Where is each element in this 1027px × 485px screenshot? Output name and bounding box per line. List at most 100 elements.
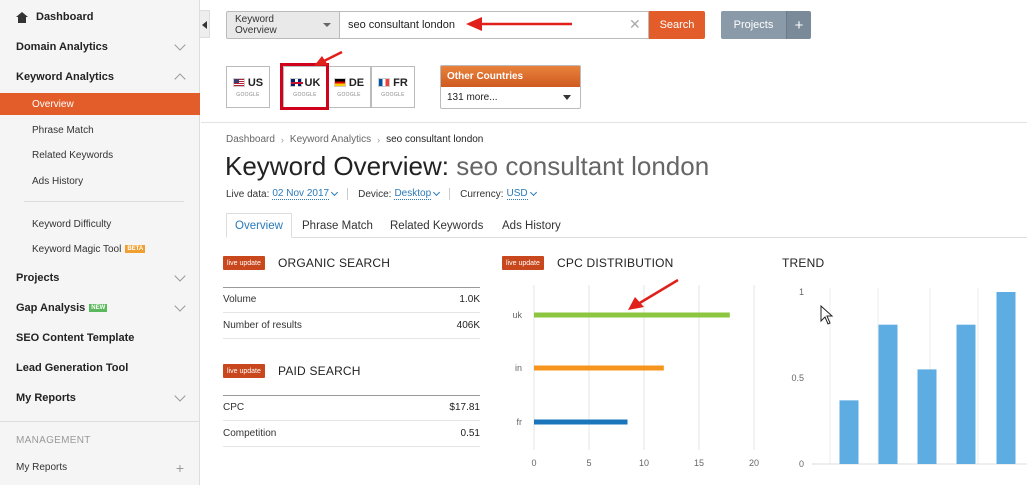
cpc-value: $17.81 xyxy=(449,402,480,413)
sidebar-item-projects[interactable]: Projects xyxy=(0,266,200,290)
currency-select[interactable]: USD xyxy=(506,188,528,200)
db-button-us[interactable]: US GOOGLE xyxy=(226,66,270,108)
sidebar-item-label: Lead Generation Tool xyxy=(16,362,129,374)
x-tick-label: 20 xyxy=(749,458,759,468)
live-update-badge: live update xyxy=(223,256,265,270)
x-tick-label: 10 xyxy=(639,458,649,468)
chevron-right-icon: › xyxy=(377,134,381,145)
caret-down-icon xyxy=(529,188,537,196)
us-flag-icon xyxy=(232,78,245,87)
bar-in xyxy=(534,365,664,371)
add-project-button[interactable]: + xyxy=(786,11,811,39)
caret-down-icon xyxy=(323,23,331,27)
sidebar-item-label: Keyword Difficulty xyxy=(32,218,112,230)
sidebar-item-label: Keyword Magic Tool xyxy=(32,243,122,255)
device-select[interactable]: Desktop xyxy=(394,188,432,200)
x-tick-label: 15 xyxy=(694,458,704,468)
volume-value: 1.0K xyxy=(459,294,480,305)
sidebar-item-ads-history[interactable]: Ads History xyxy=(0,170,200,192)
new-badge: NEW xyxy=(89,304,108,312)
sidebar-item-management-my-reports[interactable]: My Reports + xyxy=(0,456,200,478)
beta-badge: BETA xyxy=(125,245,146,253)
x-tick-label: 0 xyxy=(531,458,536,468)
sidebar-item-dashboard[interactable]: Dashboard xyxy=(0,5,200,29)
search-button[interactable]: Search xyxy=(649,11,705,39)
clear-icon[interactable]: ✕ xyxy=(629,16,641,33)
other-countries-select[interactable]: 131 more... xyxy=(441,87,580,108)
chevron-down-icon xyxy=(174,390,186,402)
breadcrumb: Dashboard › Keyword Analytics › seo cons… xyxy=(226,134,483,145)
trend-chart: 00.51 xyxy=(791,287,1027,469)
search-input[interactable]: seo consultant london xyxy=(340,11,649,39)
sidebar-item-seo-content-template[interactable]: SEO Content Template xyxy=(0,326,200,350)
breadcrumb-dashboard[interactable]: Dashboard xyxy=(226,134,275,145)
annotation-arrow xyxy=(314,50,343,66)
divider xyxy=(201,122,1027,123)
cpc-distribution-title: CPC DISTRIBUTION xyxy=(557,256,674,270)
db-button-de[interactable]: DE GOOGLE xyxy=(327,66,371,108)
stat-label: CPC xyxy=(223,402,245,413)
live-date-select[interactable]: 02 Nov 2017 xyxy=(272,188,330,200)
y-tick-label: 1 xyxy=(799,287,804,297)
sidebar-item-label: Keyword Analytics xyxy=(16,71,115,83)
sidebar-item-label: Dashboard xyxy=(36,11,94,23)
sidebar-item-related-keywords[interactable]: Related Keywords xyxy=(0,144,200,166)
sidebar-item-label: Related Keywords xyxy=(32,149,114,161)
tab-phrase-match[interactable]: Phrase Match xyxy=(294,213,381,238)
report-type-select[interactable]: Keyword Overview xyxy=(226,11,340,39)
sidebar-item-keyword-magic-tool[interactable]: Keyword Magic Tool BETA xyxy=(0,238,200,260)
sidebar-item-domain-analytics[interactable]: Domain Analytics xyxy=(0,35,200,59)
db-button-fr[interactable]: FR GOOGLE xyxy=(371,66,415,108)
collapse-sidebar-button[interactable] xyxy=(200,10,210,38)
db-button-uk[interactable]: UK GOOGLE xyxy=(283,66,327,108)
management-heading: MANAGEMENT xyxy=(16,435,91,446)
chevron-right-icon: › xyxy=(280,134,284,145)
de-flag-icon xyxy=(333,78,346,87)
sidebar-item-lead-generation-tool[interactable]: Lead Generation Tool xyxy=(0,356,200,380)
sidebar-item-overview[interactable]: Overview xyxy=(0,93,200,115)
competition-value: 0.51 xyxy=(460,428,480,439)
sidebar-item-gap-analysis[interactable]: Gap Analysis NEW xyxy=(0,296,200,320)
results-value: 406K xyxy=(456,320,480,331)
sidebar-item-phrase-match[interactable]: Phrase Match xyxy=(0,119,200,141)
stat-label: Volume xyxy=(223,294,257,305)
report-type-label: Keyword Overview xyxy=(235,14,277,36)
sidebar-item-label: My Reports xyxy=(16,461,68,473)
other-countries-box: Other Countries 131 more... xyxy=(440,65,581,109)
chevron-down-icon xyxy=(174,300,186,312)
sidebar-item-keyword-analytics[interactable]: Keyword Analytics xyxy=(0,65,200,89)
tab-related-keywords[interactable]: Related Keywords xyxy=(382,213,491,238)
other-countries-label: Other Countries xyxy=(441,66,580,87)
tab-ads-history[interactable]: Ads History xyxy=(494,213,569,238)
sidebar-item-label: Ads History xyxy=(32,175,84,187)
tab-overview[interactable]: Overview xyxy=(226,213,292,238)
trend-bar xyxy=(956,324,976,464)
bar-uk xyxy=(534,312,730,318)
fr-flag-icon xyxy=(378,78,391,87)
y-tick-label: 0.5 xyxy=(791,373,804,383)
report-meta: Live data: 02 Nov 2017 Device: Desktop C… xyxy=(226,188,537,200)
organic-search-title: ORGANIC SEARCH xyxy=(278,256,391,270)
stat-label: Number of results xyxy=(223,320,302,331)
sidebar-divider xyxy=(0,421,200,422)
sidebar-divider xyxy=(24,201,184,202)
stat-label: Competition xyxy=(223,428,277,439)
trend-bar xyxy=(878,324,898,464)
trend-bar xyxy=(839,400,859,464)
breadcrumb-keyword-analytics[interactable]: Keyword Analytics xyxy=(290,134,371,145)
trend-title: TREND xyxy=(782,256,825,270)
plus-icon[interactable]: + xyxy=(176,460,184,476)
projects-button[interactable]: Projects xyxy=(721,11,786,39)
paid-search-title: PAID SEARCH xyxy=(278,364,361,378)
sidebar-item-keyword-difficulty[interactable]: Keyword Difficulty xyxy=(0,213,200,235)
x-tick-label: 5 xyxy=(586,458,591,468)
sidebar-item-label: SEO Content Template xyxy=(16,332,135,344)
caret-down-icon xyxy=(331,188,339,196)
chevron-down-icon xyxy=(174,39,186,51)
sidebar-item-label: Domain Analytics xyxy=(16,41,108,53)
bar-fr xyxy=(534,419,628,425)
sidebar: Dashboard Domain Analytics Keyword Analy… xyxy=(0,0,200,485)
sidebar-item-label: Projects xyxy=(16,272,60,284)
sidebar-item-my-reports[interactable]: My Reports xyxy=(0,386,200,410)
sidebar-item-label: Gap Analysis xyxy=(16,302,86,314)
